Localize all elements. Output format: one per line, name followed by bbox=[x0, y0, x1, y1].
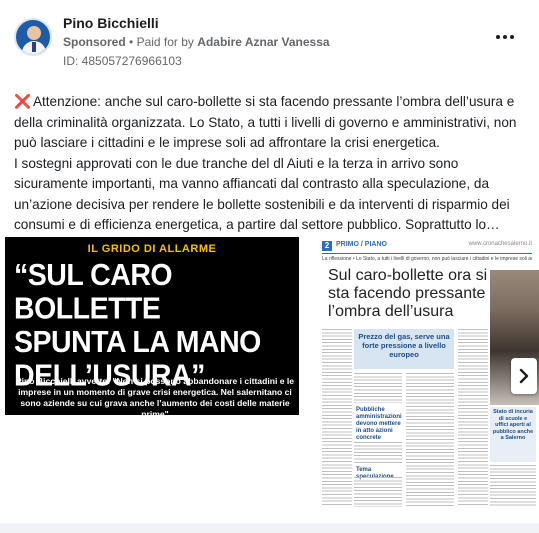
page-avatar[interactable] bbox=[14, 18, 52, 56]
text-column bbox=[354, 373, 402, 403]
ad-id: ID: 485057276966103 bbox=[63, 54, 182, 68]
ad-card: Pino Bicchielli Sponsored • Paid for by … bbox=[0, 0, 539, 533]
slide1-kicker: IL GRIDO DI ALLARME bbox=[87, 243, 217, 255]
newspaper-subhead: Pubbliche amministrazioni devono mettere… bbox=[356, 407, 402, 441]
text-column bbox=[354, 442, 402, 464]
card-bottom-divider bbox=[0, 523, 539, 533]
sponsored-label: Sponsored bbox=[63, 35, 126, 49]
page-name[interactable]: Pino Bicchielli bbox=[63, 15, 159, 31]
newspaper-website: www.cronachesalerno.it bbox=[468, 241, 532, 247]
chevron-right-icon bbox=[519, 368, 529, 384]
post-paragraph: ❌ Attenzione: anche sul caro-bollette si … bbox=[14, 94, 517, 150]
carousel-next-button[interactable] bbox=[511, 358, 537, 394]
meta-separator: • bbox=[129, 35, 137, 49]
avatar-head bbox=[27, 26, 41, 40]
newspaper-page-number: 2 bbox=[322, 241, 332, 251]
text-column bbox=[354, 477, 402, 507]
text-column bbox=[406, 373, 454, 507]
paid-for-prefix: Paid for by bbox=[136, 35, 194, 49]
slide1-description: Pino Bicchielli avverte: "Non si possono… bbox=[15, 376, 295, 415]
ad-meta: Sponsored • Paid for by Adabire Aznar Va… bbox=[63, 35, 330, 49]
avatar-tie bbox=[32, 42, 36, 52]
more-options-icon[interactable] bbox=[496, 30, 518, 44]
image-carousel[interactable]: IL GRIDO DI ALLARME “SUL CARO BOLLETTE S… bbox=[0, 237, 539, 515]
newspaper-topbar: 2 PRIMO / PIANO www.cronachesalerno.it bbox=[322, 241, 532, 251]
post-body: ❌ Attenzione: anche sul caro-bollette si … bbox=[14, 92, 529, 236]
text-column bbox=[322, 329, 352, 507]
newspaper-lede: La riflessione • Lo Stato, a tutti i liv… bbox=[322, 256, 532, 262]
newspaper-pullquote: Prezzo del gas, serve una forte pression… bbox=[354, 329, 454, 369]
text-column bbox=[490, 465, 536, 507]
newspaper-headline: Sul caro-bollette ora si sta facendo pre… bbox=[328, 267, 488, 320]
text-column bbox=[458, 329, 488, 507]
paid-for-name: Adabire Aznar Vanessa bbox=[197, 35, 330, 49]
newspaper-sidebox: Stato di incuria di scuole e uffici aper… bbox=[490, 407, 536, 462]
post-paragraph: I sostegni approvati con le due tranche … bbox=[14, 155, 510, 233]
carousel-slide-2[interactable]: 2 PRIMO / PIANO www.cronachesalerno.it L… bbox=[318, 237, 539, 515]
newspaper-rule bbox=[322, 253, 532, 254]
slide1-headline: “SUL CARO BOLLETTE SPUNTA LA MANO DELL’U… bbox=[14, 257, 261, 393]
newspaper-section: PRIMO / PIANO bbox=[336, 241, 387, 248]
carousel-slide-1[interactable]: IL GRIDO DI ALLARME “SUL CARO BOLLETTE S… bbox=[5, 237, 299, 415]
cross-mark-icon: ❌ bbox=[14, 94, 31, 109]
